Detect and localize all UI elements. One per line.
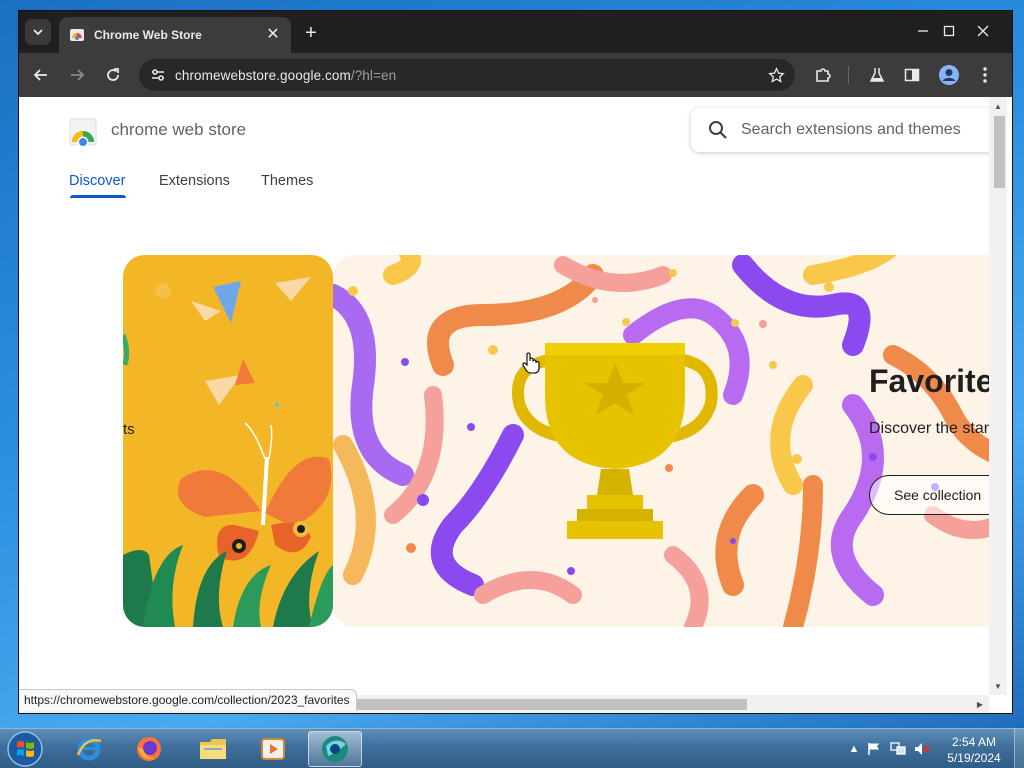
- active-tab-indicator: [70, 195, 126, 198]
- labs-button[interactable]: [865, 63, 889, 87]
- flask-icon: [869, 68, 885, 82]
- tab-strip: Chrome Web Store ✕ +: [19, 11, 1012, 53]
- browser-menu-button[interactable]: [973, 63, 997, 87]
- url-path: /?hl=en: [350, 67, 397, 83]
- extensions-button[interactable]: [811, 63, 835, 87]
- speaker-muted-icon: [915, 743, 930, 755]
- browser-window: Chrome Web Store ✕ + chromewebstore.goog…: [18, 10, 1013, 714]
- show-hidden-icons-button[interactable]: ▲: [846, 741, 862, 757]
- close-window-button[interactable]: [971, 19, 995, 43]
- forward-arrow-icon: [71, 69, 85, 81]
- tab-discover[interactable]: Discover: [69, 173, 125, 189]
- tab-title: Chrome Web Store: [94, 28, 202, 42]
- reload-icon: [107, 68, 119, 81]
- clock-time: 2:54 AM: [951, 735, 997, 749]
- carousel-previous-slide[interactable]: ts: [123, 255, 333, 627]
- system-clock[interactable]: 2:54 AM 5/19/2024: [938, 734, 1010, 766]
- network-computer-icon: [890, 742, 906, 755]
- scroll-up-arrow-icon[interactable]: ▲: [989, 97, 1007, 115]
- tab-chrome-web-store[interactable]: Chrome Web Store ✕: [59, 17, 291, 53]
- profile-avatar-icon: [939, 65, 959, 85]
- windows-taskbar: ▲ 2:54 AM 5/19/2024: [0, 728, 1024, 768]
- new-tab-button[interactable]: +: [299, 21, 323, 45]
- media-player-icon: [261, 738, 285, 760]
- minimize-button[interactable]: [911, 19, 935, 43]
- back-button[interactable]: [29, 63, 53, 87]
- address-url: chromewebstore.google.com/?hl=en: [175, 68, 396, 83]
- vertical-scrollbar[interactable]: ▲ ▼: [989, 97, 1007, 695]
- store-search-box[interactable]: [691, 108, 989, 152]
- minimize-icon: [918, 30, 928, 32]
- volume-muted-icon[interactable]: [914, 741, 930, 757]
- profile-button[interactable]: [937, 63, 961, 87]
- forward-button[interactable]: [65, 63, 89, 87]
- chrome-app-icon: [322, 736, 348, 762]
- taskbar-internet-explorer[interactable]: [62, 731, 116, 767]
- flag-icon: [868, 743, 879, 755]
- hand-cursor-icon: [522, 352, 540, 374]
- back-arrow-icon: [33, 69, 47, 81]
- browser-toolbar: chromewebstore.google.com/?hl=en: [19, 53, 1012, 97]
- network-icon[interactable]: [890, 741, 906, 757]
- more-vert-icon: [983, 67, 987, 83]
- tab-search-button[interactable]: [25, 19, 51, 45]
- clock-date: 5/19/2024: [947, 751, 1001, 765]
- trophy-confetti-illustration: [333, 255, 989, 627]
- side-panel-button[interactable]: [900, 63, 924, 87]
- site-settings-icon[interactable]: [149, 66, 167, 84]
- vertical-scroll-thumb[interactable]: [994, 116, 1005, 188]
- maximize-button[interactable]: [937, 19, 961, 43]
- chrome-web-store-logo[interactable]: [69, 118, 97, 146]
- chevron-down-icon: [33, 29, 43, 36]
- taskbar-file-explorer[interactable]: [186, 731, 240, 767]
- bookmark-star-button[interactable]: [765, 64, 787, 86]
- taskbar-chrome[interactable]: [308, 731, 362, 767]
- folder-icon: [200, 739, 226, 759]
- reload-button[interactable]: [101, 63, 125, 87]
- taskbar-firefox[interactable]: [122, 731, 176, 767]
- see-collection-button[interactable]: See collection: [869, 475, 989, 515]
- star-icon: [767, 66, 785, 83]
- carousel-featured-slide[interactable]: Favorites of 2023 Discover the standout …: [333, 255, 989, 627]
- toolbar-separator: [848, 66, 849, 84]
- hero-subtitle: Discover the standout extensions: [869, 420, 989, 437]
- tab-close-icon[interactable]: ✕: [265, 27, 281, 43]
- action-center-flag-icon[interactable]: [866, 741, 882, 757]
- tab-themes[interactable]: Themes: [261, 173, 313, 189]
- hero-title: Favorites of 2023: [869, 363, 989, 399]
- show-desktop-button[interactable]: [1014, 729, 1024, 768]
- web-page: chrome web store Discover Extensions The…: [19, 97, 989, 695]
- close-icon: [977, 25, 989, 37]
- taskbar-media-player[interactable]: [246, 731, 300, 767]
- maximize-icon: [943, 25, 955, 37]
- scroll-down-arrow-icon[interactable]: ▼: [989, 677, 1007, 695]
- puzzle-icon: [816, 68, 831, 82]
- link-status-bubble: https://chromewebstore.google.com/collec…: [19, 689, 357, 711]
- side-panel-icon: [904, 68, 920, 82]
- chrome-web-store-favicon-icon: [70, 29, 84, 41]
- previous-slide-text: ts: [123, 421, 135, 438]
- url-domain: chromewebstore.google.com: [175, 67, 351, 83]
- search-icon: [709, 121, 727, 139]
- butterfly-illustration: [123, 277, 333, 627]
- tab-extensions[interactable]: Extensions: [159, 173, 230, 189]
- internet-explorer-icon: [76, 737, 102, 761]
- address-bar[interactable]: chromewebstore.google.com/?hl=en: [139, 59, 795, 91]
- start-button[interactable]: [6, 730, 44, 768]
- scroll-right-arrow-icon[interactable]: ▶: [971, 695, 989, 713]
- store-search-input[interactable]: [741, 121, 981, 139]
- firefox-icon: [137, 737, 161, 761]
- store-brand-name[interactable]: chrome web store: [111, 120, 246, 140]
